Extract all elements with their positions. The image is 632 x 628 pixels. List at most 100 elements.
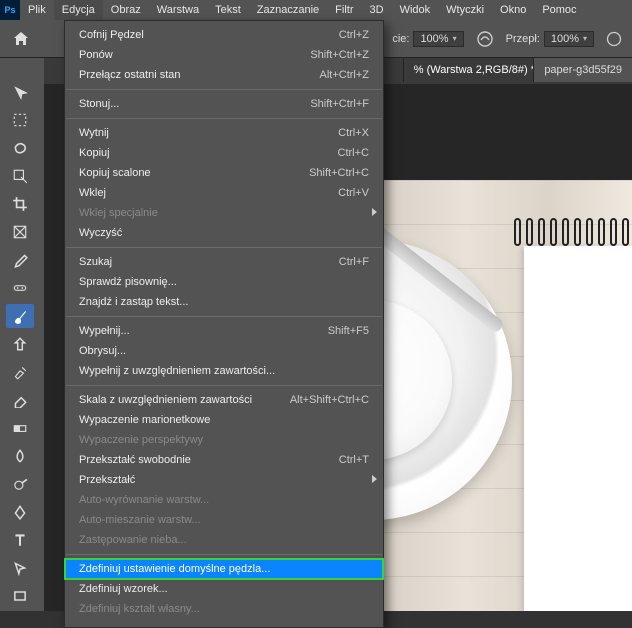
- marquee-tool[interactable]: [6, 108, 34, 132]
- menu-okno[interactable]: Okno: [492, 0, 534, 20]
- menu-item-label: Cofnij Pędzel: [79, 29, 144, 41]
- menu-item[interactable]: Zdefiniuj ustawienie domyślne pędzla...: [65, 559, 383, 579]
- airbrush-icon[interactable]: [476, 30, 494, 48]
- menu-item-shortcut: Alt+Ctrl+Z: [319, 69, 369, 81]
- menu-item[interactable]: Wyczyść: [65, 223, 383, 243]
- menu-item-label: Wypełnij z uwzględnieniem zawartości...: [79, 365, 275, 377]
- menu-item[interactable]: WklejCtrl+V: [65, 183, 383, 203]
- menu-item-shortcut: Shift+F5: [328, 325, 369, 337]
- menu-separator: [66, 118, 382, 119]
- submenu-arrow-icon: [372, 208, 377, 218]
- menu-widok[interactable]: Widok: [392, 0, 439, 20]
- menu-item[interactable]: KopiujCtrl+C: [65, 143, 383, 163]
- opacity-control[interactable]: cie: 100%▾: [392, 31, 463, 47]
- blur-tool[interactable]: [6, 444, 34, 468]
- app-logo: Ps: [0, 0, 20, 20]
- menu-item[interactable]: Zdefiniuj wzorek...: [65, 579, 383, 599]
- menu-item-label: Przekształć: [79, 474, 135, 486]
- menu-item-shortcut: Ctrl+X: [338, 127, 369, 139]
- menu-item[interactable]: Sprawdź pisownię...: [65, 272, 383, 292]
- history-brush-tool[interactable]: [6, 360, 34, 384]
- menu-separator: [66, 385, 382, 386]
- menu-item: Auto-wyrównanie warstw...: [65, 490, 383, 510]
- eraser-tool[interactable]: [6, 388, 34, 412]
- menu-item-label: Obrysuj...: [79, 345, 126, 357]
- menu-item-label: Wyczyść: [79, 227, 122, 239]
- menu-item: Wklej specjalnie: [65, 203, 383, 223]
- menu-item-label: Wypaczenie marionetkowe: [79, 414, 210, 426]
- menu-item-label: Sprawdź pisownię...: [79, 276, 177, 288]
- menu-item-label: Przekształć swobodnie: [79, 454, 191, 466]
- menu-item-label: Znajdź i zastąp tekst...: [79, 296, 188, 308]
- menu-item[interactable]: Cofnij PędzelCtrl+Z: [65, 25, 383, 45]
- menu-item-shortcut: Alt+Shift+Ctrl+C: [290, 394, 369, 406]
- menu-item[interactable]: Wypaczenie marionetkowe: [65, 410, 383, 430]
- object-select-tool[interactable]: [6, 164, 34, 188]
- path-select-tool[interactable]: [6, 556, 34, 580]
- menu-wtyczki[interactable]: Wtyczki: [438, 0, 492, 20]
- menu-pomoc[interactable]: Pomoc: [534, 0, 584, 20]
- submenu-arrow-icon: [372, 475, 377, 485]
- menu-item[interactable]: Skala z uwzględnieniem zawartościAlt+Shi…: [65, 390, 383, 410]
- menu-item[interactable]: Wytnij Ctrl+X: [65, 123, 383, 143]
- menu-separator: [66, 247, 382, 248]
- menu-item-label: Szukaj: [79, 256, 112, 268]
- menu-item: Wypaczenie perspektywy: [65, 430, 383, 450]
- menu-item-shortcut: Shift+Ctrl+C: [309, 167, 369, 179]
- menu-separator: [66, 554, 382, 555]
- pen-tool[interactable]: [6, 500, 34, 524]
- menu-item: Zdefiniuj kształt własny...: [65, 599, 383, 619]
- menu-tekst[interactable]: Tekst: [207, 0, 249, 20]
- menu-item: Zastępowanie nieba...: [65, 530, 383, 550]
- crop-tool[interactable]: [6, 192, 34, 216]
- type-tool[interactable]: [6, 528, 34, 552]
- eyedropper-tool[interactable]: [6, 248, 34, 272]
- menu-warstwa[interactable]: Warstwa: [149, 0, 207, 20]
- document-tab-active[interactable]: % (Warstwa 2,RGB/8#) *: [403, 58, 545, 82]
- frame-tool[interactable]: [6, 220, 34, 244]
- menu-item[interactable]: Wypełnij z uwzględnieniem zawartości...: [65, 361, 383, 381]
- smoothing-icon[interactable]: [606, 31, 622, 47]
- brush-tool[interactable]: [6, 304, 34, 328]
- menu-item-label: Wypełnij...: [79, 325, 130, 337]
- menu-item[interactable]: Wypełnij... Shift+F5: [65, 321, 383, 341]
- menu-item[interactable]: SzukajCtrl+F: [65, 252, 383, 272]
- flow-control[interactable]: Przepł: 100%▾: [506, 31, 594, 47]
- menu-item-shortcut: Ctrl+V: [338, 187, 369, 199]
- menu-item[interactable]: PonówShift+Ctrl+Z: [65, 45, 383, 65]
- menu-edycja[interactable]: Edycja: [54, 0, 103, 20]
- move-tool[interactable]: [6, 80, 34, 104]
- menu-item-label: Wytnij: [79, 127, 109, 139]
- menu-item[interactable]: Znajdź i zastąp tekst...: [65, 292, 383, 312]
- rectangle-tool[interactable]: [6, 584, 34, 608]
- menu-item[interactable]: Przekształć: [65, 470, 383, 490]
- clone-tool[interactable]: [6, 332, 34, 356]
- document-canvas[interactable]: [382, 180, 632, 611]
- menu-item-label: Zastępowanie nieba...: [79, 534, 187, 546]
- gradient-tool[interactable]: [6, 416, 34, 440]
- document-tab[interactable]: paper-g3d55f29: [533, 58, 632, 82]
- menu-item-label: Auto-wyrównanie warstw...: [79, 494, 209, 506]
- healing-tool[interactable]: [6, 276, 34, 300]
- menu-3d[interactable]: 3D: [362, 0, 392, 20]
- menu-item[interactable]: Obrysuj...: [65, 341, 383, 361]
- menu-item-label: Kopiuj: [79, 147, 110, 159]
- menu-item-shortcut: Shift+Ctrl+Z: [310, 49, 369, 61]
- menu-item-shortcut: Ctrl+T: [339, 454, 369, 466]
- dodge-tool[interactable]: [6, 472, 34, 496]
- menu-item[interactable]: Stonuj...Shift+Ctrl+F: [65, 94, 383, 114]
- flow-label: Przepł:: [506, 33, 540, 45]
- menu-item[interactable]: Kopiuj scaloneShift+Ctrl+C: [65, 163, 383, 183]
- menu-item: Auto-mieszanie warstw...: [65, 510, 383, 530]
- menu-zaznaczanie[interactable]: Zaznaczanie: [249, 0, 327, 20]
- menu-plik[interactable]: Plik: [20, 0, 54, 20]
- menu-obraz[interactable]: Obraz: [103, 0, 149, 20]
- home-button[interactable]: [6, 27, 36, 51]
- lasso-tool[interactable]: [6, 136, 34, 160]
- menu-item[interactable]: Przekształć swobodnie Ctrl+T: [65, 450, 383, 470]
- menu-item-shortcut: Shift+Ctrl+F: [310, 98, 369, 110]
- menu-item[interactable]: Przełącz ostatni stanAlt+Ctrl+Z: [65, 65, 383, 85]
- menu-separator: [66, 89, 382, 90]
- tools-panel: [0, 58, 44, 611]
- menu-filtr[interactable]: Filtr: [327, 0, 361, 20]
